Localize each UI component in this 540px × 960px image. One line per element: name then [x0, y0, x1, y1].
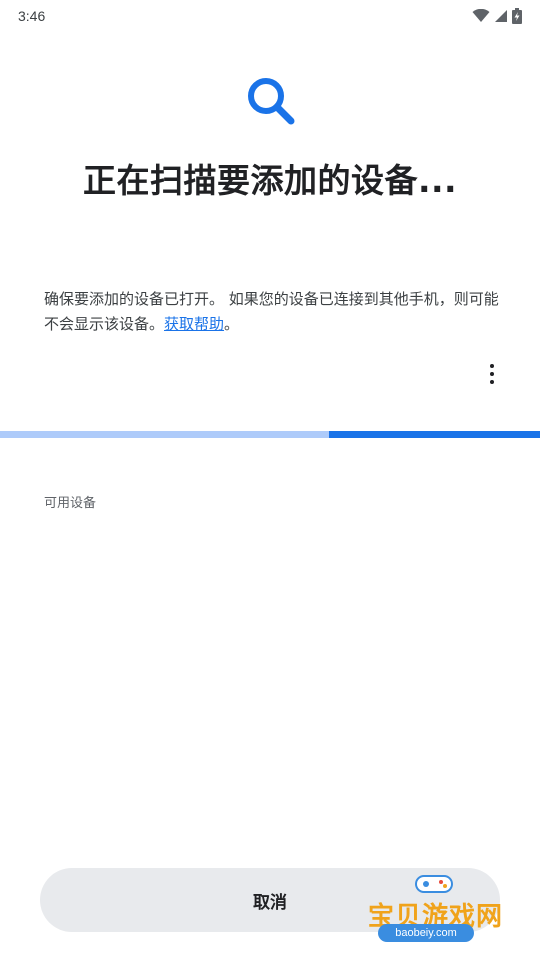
description-trailing: 。	[224, 315, 240, 333]
more-options-button[interactable]	[476, 358, 508, 390]
more-vert-icon-dot	[490, 380, 494, 384]
status-time: 3:46	[18, 8, 46, 24]
scan-progress-fill	[329, 431, 540, 438]
more-vert-icon	[490, 364, 494, 368]
wifi-icon	[472, 9, 490, 22]
watermark-logo: 宝贝游戏网 baobeiy.com	[360, 866, 510, 956]
more-vert-icon-dot	[490, 372, 494, 376]
battery-charging-icon	[512, 8, 522, 24]
signal-icon	[495, 10, 507, 22]
watermark-url: baobeiy.com	[378, 924, 474, 942]
scan-progress-bar	[0, 431, 540, 438]
status-icons	[472, 8, 522, 24]
screen: 3:46 正在扫描要添加的设备... 确保要添加的设备已打开。 如果您的设备已连…	[0, 0, 540, 960]
search-icon	[244, 74, 298, 128]
gamepad-icon	[415, 875, 453, 893]
available-devices-heading: 可用设备	[44, 496, 97, 511]
description-text: 确保要添加的设备已打开。 如果您的设备已连接到其他手机，则可能不会显示该设备。	[44, 290, 499, 333]
get-help-link[interactable]: 获取帮助	[164, 315, 224, 333]
description: 确保要添加的设备已打开。 如果您的设备已连接到其他手机，则可能不会显示该设备。获…	[44, 287, 500, 337]
page-title: 正在扫描要添加的设备...	[82, 161, 458, 200]
status-bar: 3:46	[0, 0, 540, 32]
